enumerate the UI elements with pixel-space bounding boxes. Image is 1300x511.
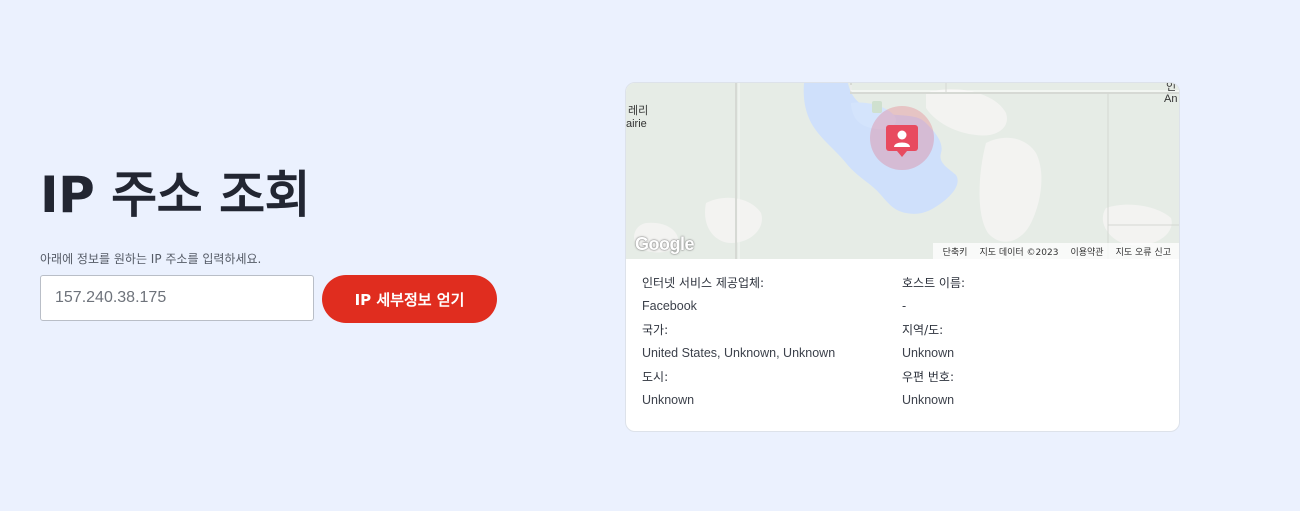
hostname-label: 호스트 이름: (902, 276, 966, 290)
region-label: 지역/도: (902, 323, 944, 337)
user-pin-icon[interactable] (886, 125, 918, 157)
region-field: 지역/도: Unknown (902, 323, 1152, 360)
page-subtitle: 아래에 정보를 원하는 IP 주소를 입력하세요. (40, 252, 262, 266)
city-label: 도시: (642, 370, 669, 384)
map-attribution-bar: 단축키 지도 데이터 ©2023 이용약관 지도 오류 신고 (932, 243, 1179, 259)
isp-field: 인터넷 서비스 제공업체: Facebook (642, 276, 892, 313)
map-report-error-link[interactable]: 지도 오류 신고 (1110, 245, 1177, 258)
city-field: 도시: Unknown (642, 370, 892, 407)
ip-address-input[interactable] (40, 275, 314, 321)
map-shortcuts-link[interactable]: 단축키 (937, 245, 974, 258)
map-data-attribution: 지도 데이터 ©2023 (979, 247, 1059, 258)
isp-value: Facebook (642, 299, 697, 313)
google-logo: Google (635, 234, 695, 254)
map-canvas (634, 83, 1179, 259)
postal-code-value: Unknown (902, 393, 955, 407)
isp-label: 인터넷 서비스 제공업체: (642, 276, 765, 290)
region-value: Unknown (902, 346, 955, 360)
country-label: 국가: (642, 323, 669, 337)
city-value: Unknown (642, 393, 695, 407)
page: IP 주소 조회 아래에 정보를 원하는 IP 주소를 입력하세요. IP 세부… (0, 0, 1300, 511)
ip-details-card: 레리 airie 인 An Google 단축키 지도 데이터 ©2023 이용… (625, 82, 1180, 432)
map-terms-link[interactable]: 이용약관 (1064, 245, 1109, 258)
map-label-left-bottom: airie (626, 118, 647, 130)
page-title: IP 주소 조회 (40, 166, 311, 224)
country-value: United States, Unknown, Unknown (642, 346, 836, 360)
postal-code-label: 우편 번호: (902, 370, 955, 384)
postal-code-field: 우편 번호: Unknown (902, 370, 1152, 407)
map-label-right-top: 인 (1166, 83, 1177, 93)
map-label-right-bottom: An (1164, 93, 1178, 105)
hostname-field: 호스트 이름: - (902, 276, 1152, 313)
get-ip-details-button[interactable]: IP 세부정보 얻기 (322, 275, 497, 323)
hostname-value: - (902, 299, 907, 313)
map-view[interactable]: 레리 airie 인 An Google 단축키 지도 데이터 ©2023 이용… (626, 83, 1179, 259)
country-field: 국가: United States, Unknown, Unknown (642, 323, 892, 360)
map-label-left-top: 레리 (628, 105, 649, 117)
